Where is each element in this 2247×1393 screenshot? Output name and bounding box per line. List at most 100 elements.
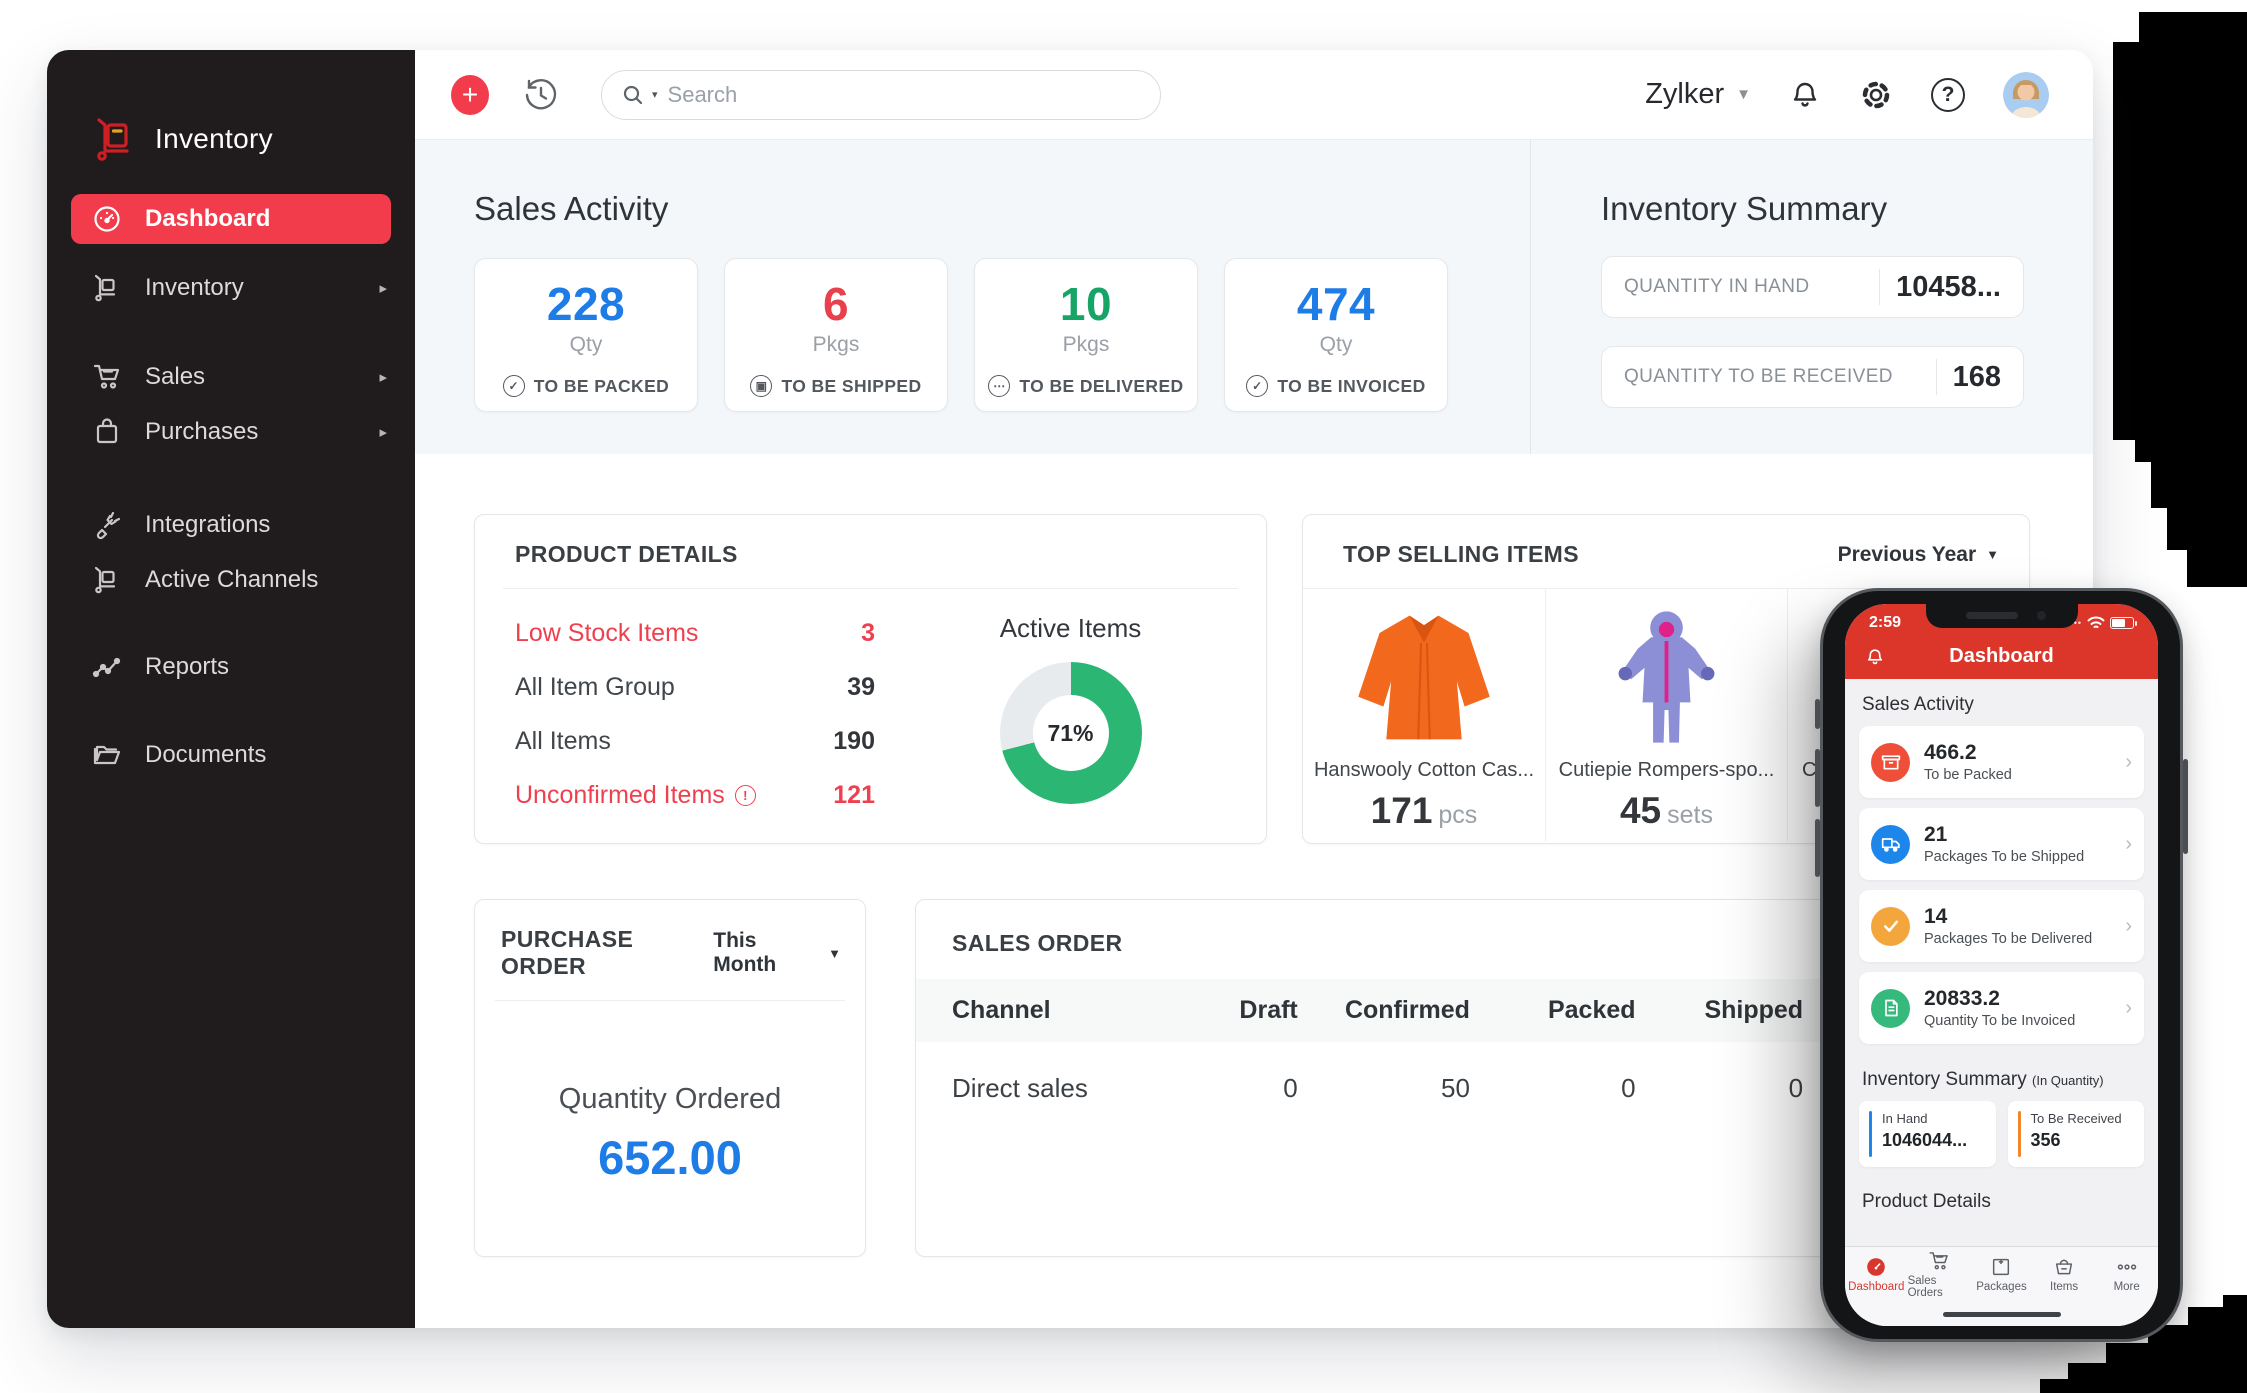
phone-card-quantity-to-be-invoiced[interactable]: 20833.2 Quantity To be Invoiced ›: [1859, 972, 2144, 1044]
sa-card-label: TO BE INVOICED: [1277, 376, 1425, 397]
phone-to-be-received-card[interactable]: To Be Received 356: [2008, 1101, 2145, 1167]
phone-tab-items[interactable]: Items: [2033, 1247, 2096, 1302]
sidebar-item-label: Active Channels: [145, 566, 318, 594]
top-item-name: Hanswooly Cotton Cas...: [1303, 759, 1545, 782]
phone-tab-sales-orders[interactable]: Sales Orders: [1908, 1247, 1971, 1302]
sidebar-item-integrations[interactable]: Integrations: [47, 500, 415, 550]
plug-icon: [91, 509, 123, 541]
card-title: PRODUCT DETAILS: [515, 541, 738, 568]
sidebar-item-dashboard[interactable]: Dashboard: [71, 194, 391, 244]
sa-card-label: TO BE PACKED: [534, 376, 669, 397]
phone-time: 2:59: [1869, 614, 1901, 632]
active-items-chart: Active Items 71%: [875, 589, 1266, 835]
sidebar-nav: Dashboard Inventory ▸: [47, 194, 415, 780]
sa-card-value: 10: [975, 277, 1197, 331]
inventory-summary-title: Inventory Summary: [1601, 190, 2093, 228]
cell-draft: 0: [1147, 1042, 1307, 1134]
chevron-down-icon: ▼: [1736, 86, 1751, 103]
field-value: 168: [1953, 361, 2001, 394]
help-icon[interactable]: ?: [1931, 78, 1965, 112]
phone-body: Sales Activity 466.2 To be Packed ›: [1845, 679, 2158, 1246]
phone-screen: 2:59 ••••: [1845, 604, 2158, 1326]
sa-card-to-be-invoiced[interactable]: 474 Qty ✓ TO BE INVOICED: [1224, 258, 1448, 412]
sa-card-to-be-delivered[interactable]: 10 Pkgs ⋯ TO BE DELIVERED: [974, 258, 1198, 412]
sidebar-item-label: Documents: [145, 741, 266, 769]
row-low-stock-items[interactable]: Low Stock Items 3: [515, 619, 875, 648]
screenshot-stage: Inventory Dashboard: [0, 0, 2247, 1393]
phone-volume-up-button: [1815, 749, 1820, 807]
sidebar-item-active-channels[interactable]: Active Channels: [47, 555, 415, 605]
top-item-1[interactable]: Hanswooly Cotton Cas... 171pcs: [1303, 589, 1545, 841]
chart-icon: [91, 651, 123, 683]
cell-packed: 0: [1480, 1042, 1646, 1134]
search-scope-caret-icon[interactable]: ▾: [652, 88, 658, 101]
app-title: Inventory: [155, 123, 273, 155]
notifications-bell-icon[interactable]: [1789, 79, 1821, 111]
chevron-right-icon: ›: [2125, 833, 2132, 856]
phone-tab-dashboard[interactable]: Dashboard: [1845, 1247, 1908, 1302]
row-unconfirmed-items[interactable]: Unconfirmed Items ! 121: [515, 781, 875, 810]
column-header: Confirmed: [1308, 979, 1480, 1042]
gauge-icon: [91, 203, 123, 235]
settings-gear-icon[interactable]: [1859, 78, 1893, 112]
app-window: Inventory Dashboard: [47, 50, 2093, 1328]
chevron-right-icon: ›: [2125, 915, 2132, 938]
quantity-to-be-received-box: QUANTITY TO BE RECEIVED 168: [1601, 346, 2024, 408]
invoice-icon: [1871, 989, 1910, 1028]
sidebar-item-documents[interactable]: Documents: [47, 730, 415, 780]
row-all-item-group[interactable]: All Item Group 39: [515, 673, 875, 702]
chevron-right-icon: ▸: [379, 423, 387, 441]
phone-mute-switch: [1815, 699, 1820, 729]
sa-card-to-be-shipped[interactable]: 6 Pkgs ▣ TO BE SHIPPED: [724, 258, 948, 412]
sa-card-label: TO BE SHIPPED: [781, 376, 921, 397]
inventory-logo-icon: [91, 116, 137, 162]
phone-in-hand-card[interactable]: In Hand 1046044...: [1859, 1101, 1996, 1167]
phone-card-to-be-packed[interactable]: 466.2 To be Packed ›: [1859, 726, 2144, 798]
sa-card-unit: Qty: [1225, 333, 1447, 357]
home-indicator[interactable]: [1943, 1312, 2061, 1317]
caret-down-icon: ▼: [828, 946, 841, 961]
sidebar-item-inventory[interactable]: Inventory ▸: [47, 263, 415, 313]
sidebar-item-purchases[interactable]: Purchases ▸: [47, 407, 415, 457]
top-item-name: Cutiepie Rompers-spo...: [1546, 759, 1787, 782]
org-switcher[interactable]: Zylker ▼: [1645, 78, 1751, 111]
quick-create-button[interactable]: +: [451, 75, 489, 115]
sidebar-item-label: Sales: [145, 363, 205, 391]
bag-icon: [91, 416, 123, 448]
column-header: Shipped: [1646, 979, 1814, 1042]
user-avatar[interactable]: [2003, 72, 2049, 118]
dots-circle-icon: ⋯: [988, 375, 1010, 397]
row-all-items[interactable]: All Items 190: [515, 727, 875, 756]
sa-card-to-be-packed[interactable]: 228 Qty ✓ TO BE PACKED: [474, 258, 698, 412]
romper-product-image: [1546, 601, 1787, 749]
sa-card-value: 6: [725, 277, 947, 331]
top-selling-filter-dropdown[interactable]: Previous Year▼: [1838, 543, 1999, 567]
caret-down-icon: ▼: [1986, 547, 1999, 562]
recent-history-icon[interactable]: [523, 77, 559, 113]
decoration-top-right: [2105, 12, 2247, 587]
sales-activity-cards: 228 Qty ✓ TO BE PACKED 6 Pkgs ▣: [474, 258, 1530, 412]
column-header: Draft: [1147, 979, 1307, 1042]
phone-tab-packages[interactable]: Packages: [1970, 1247, 2033, 1302]
sidebar-item-sales[interactable]: Sales ▸: [47, 352, 415, 402]
quantity-ordered-label: Quantity Ordered: [475, 1083, 865, 1116]
search-input[interactable]: [666, 81, 1140, 109]
bell-icon[interactable]: [1865, 647, 1885, 667]
chevron-right-icon: ›: [2125, 751, 2132, 774]
search-bar[interactable]: ▾: [601, 70, 1161, 120]
info-alert-icon[interactable]: !: [735, 785, 756, 806]
card-title: PURCHASE ORDER: [501, 926, 713, 980]
donut: 71%: [1000, 662, 1142, 804]
sa-card-unit: Qty: [475, 333, 697, 357]
purchase-order-filter-dropdown[interactable]: This Month▼: [713, 929, 841, 977]
sales-activity-title: Sales Activity: [474, 190, 1530, 228]
phone-card-packages-to-be-shipped[interactable]: 21 Packages To be Shipped ›: [1859, 808, 2144, 880]
top-item-2[interactable]: Cutiepie Rompers-spo... 45sets: [1545, 589, 1787, 841]
dashboard-top-band: Sales Activity 228 Qty ✓ TO BE PACKED 6: [415, 140, 2093, 454]
sidebar-item-reports[interactable]: Reports: [47, 642, 415, 692]
phone-card-packages-to-be-delivered[interactable]: 14 Packages To be Delivered ›: [1859, 890, 2144, 962]
phone-tab-more[interactable]: More: [2095, 1247, 2158, 1302]
package-icon: [1990, 1256, 2012, 1278]
phone-tab-bar: Dashboard Sales Orders: [1845, 1246, 2158, 1302]
phone-header: 2:59 ••••: [1845, 604, 2158, 679]
